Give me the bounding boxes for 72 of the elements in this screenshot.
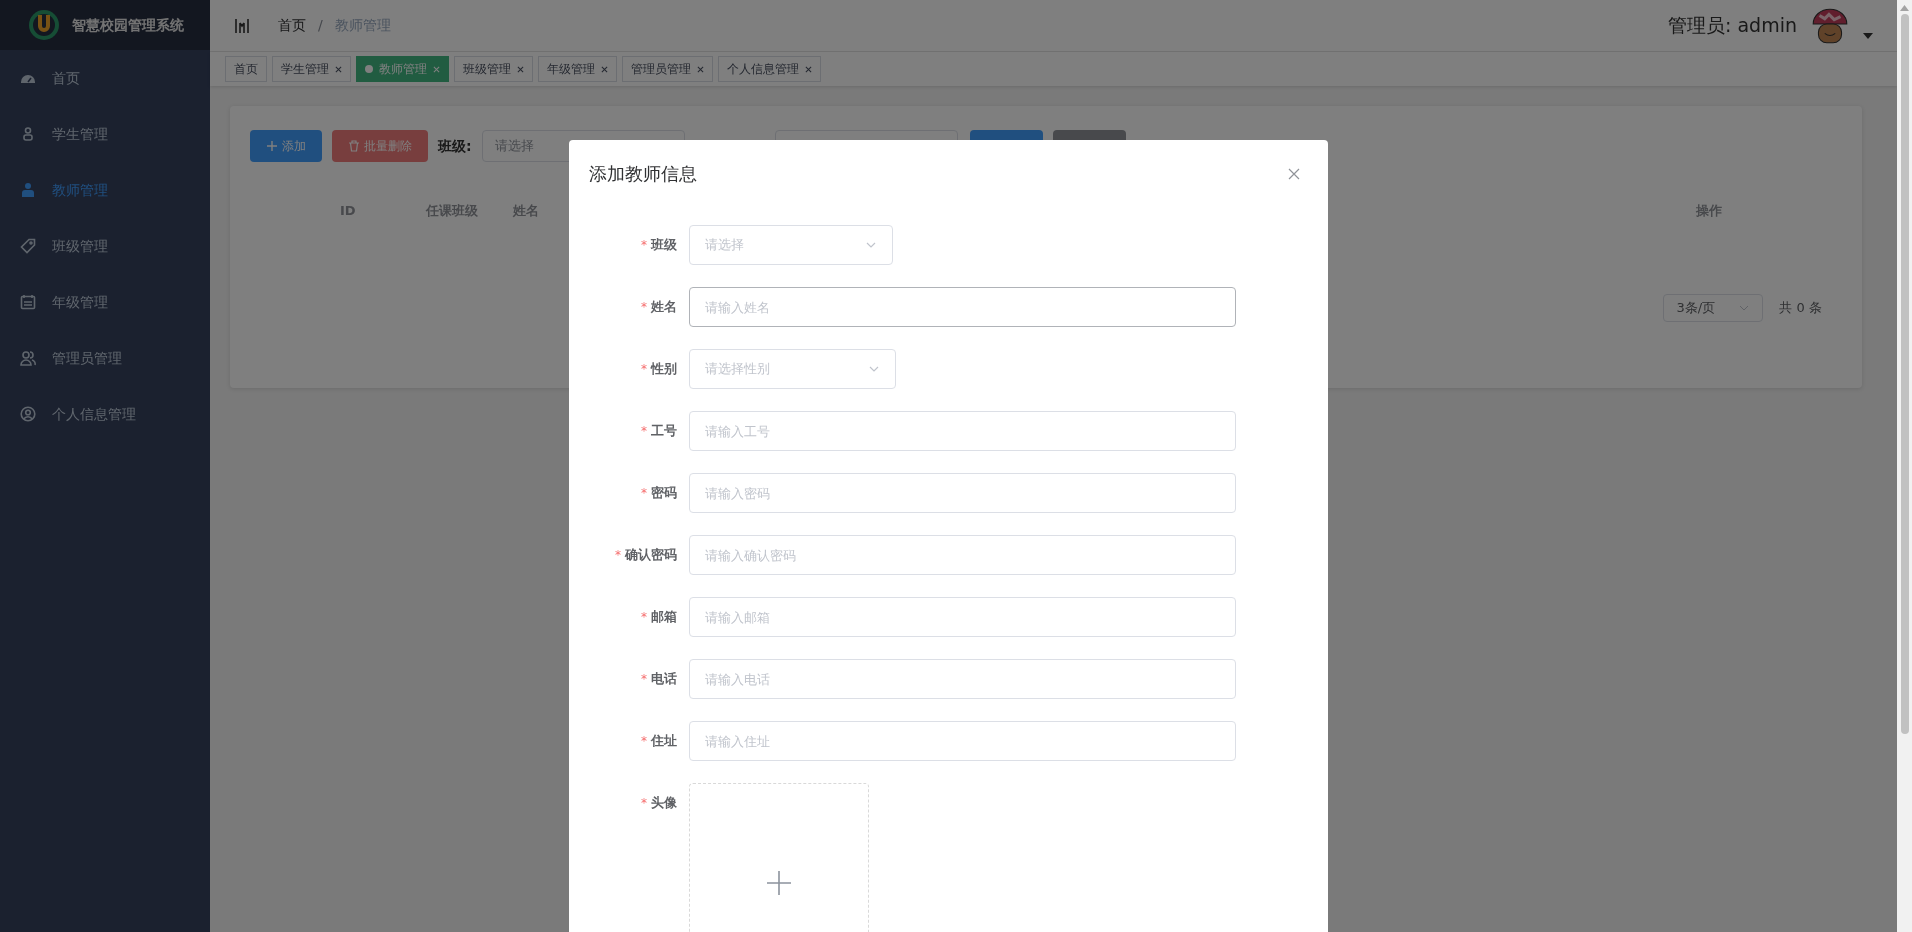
tag-icon: [20, 238, 36, 254]
field-label: 电话: [651, 670, 677, 689]
field-label: 住址: [651, 732, 677, 751]
required-mark: *: [641, 299, 647, 316]
required-mark: *: [615, 547, 621, 564]
sidebar-item[interactable]: 学生管理: [0, 106, 210, 162]
tab[interactable]: 管理员管理: [622, 56, 713, 82]
field-label: 密码: [651, 484, 677, 503]
input-field[interactable]: 请输入姓名: [689, 287, 1236, 327]
close-icon[interactable]: [697, 65, 704, 73]
logo-icon: [28, 9, 60, 41]
close-icon[interactable]: [1288, 167, 1300, 180]
close-icon[interactable]: [601, 65, 608, 73]
teacher-icon: [20, 182, 36, 198]
add-button[interactable]: 添加: [250, 130, 322, 162]
input-field[interactable]: 请输入邮箱: [689, 597, 1236, 637]
field-label: 头像: [651, 794, 677, 813]
close-icon[interactable]: [335, 65, 342, 73]
sidebar-item[interactable]: 个人信息管理: [0, 386, 210, 442]
tab[interactable]: 个人信息管理: [718, 56, 821, 82]
field-label: 工号: [651, 422, 677, 441]
breadcrumb-link[interactable]: 首页: [278, 15, 306, 36]
required-mark: *: [641, 361, 647, 378]
person-icon: [20, 126, 36, 142]
input-field[interactable]: 请输入住址: [689, 721, 1236, 761]
sidebar-item[interactable]: 管理员管理: [0, 330, 210, 386]
close-icon[interactable]: [517, 65, 524, 73]
field-label: 性别: [651, 360, 677, 379]
dialog-title: 添加教师信息: [589, 162, 697, 186]
required-mark: *: [641, 733, 647, 750]
calendar-icon: [20, 294, 36, 310]
required-mark: *: [641, 237, 647, 254]
menu-toggle-icon[interactable]: [234, 17, 250, 34]
user-label: 管理员: admin: [1668, 13, 1797, 39]
scroll-up-icon[interactable]: [1900, 5, 1909, 11]
field-label: 确认密码: [625, 546, 677, 565]
required-mark: *: [641, 795, 647, 812]
required-mark: *: [641, 485, 647, 502]
caret-icon[interactable]: [1863, 32, 1873, 39]
required-mark: *: [641, 609, 647, 626]
input-field[interactable]: 请输入电话: [689, 659, 1236, 699]
people-icon: [20, 350, 36, 366]
input-field[interactable]: 请输入工号: [689, 411, 1236, 451]
required-mark: *: [641, 671, 647, 688]
page-size-select[interactable]: 3条/页: [1663, 294, 1764, 322]
select-field[interactable]: 请选择: [689, 225, 893, 265]
tab[interactable]: 首页: [225, 56, 267, 82]
tab[interactable]: 年级管理: [538, 56, 617, 82]
input-field[interactable]: 请输入确认密码: [689, 535, 1236, 575]
sidebar-item[interactable]: 年级管理: [0, 274, 210, 330]
sidebar-item[interactable]: 教师管理: [0, 162, 210, 218]
close-icon[interactable]: [805, 65, 812, 73]
sidebar-item[interactable]: 班级管理: [0, 218, 210, 274]
select-field[interactable]: 请选择性别: [689, 349, 896, 389]
plus-icon: [767, 871, 791, 895]
total-count: 共 0 条: [1779, 299, 1822, 318]
user-circle-icon: [20, 406, 36, 422]
field-label: 班级: [651, 236, 677, 255]
breadcrumb-separator: /: [318, 16, 323, 35]
required-mark: *: [641, 423, 647, 440]
tab[interactable]: 班级管理: [454, 56, 533, 82]
sidebar-item[interactable]: 首页: [0, 50, 210, 106]
tab[interactable]: 学生管理: [272, 56, 351, 82]
app-title: 智慧校园管理系统: [72, 15, 184, 35]
tab[interactable]: 教师管理: [356, 56, 449, 82]
input-field[interactable]: 请输入密码: [689, 473, 1236, 513]
plus-icon: [266, 140, 278, 152]
field-label: 姓名: [651, 298, 677, 317]
class-label: 班级:: [438, 136, 472, 156]
field-label: 邮箱: [651, 608, 677, 627]
scrollbar-thumb[interactable]: [1900, 14, 1909, 734]
trash-icon: [348, 140, 360, 152]
